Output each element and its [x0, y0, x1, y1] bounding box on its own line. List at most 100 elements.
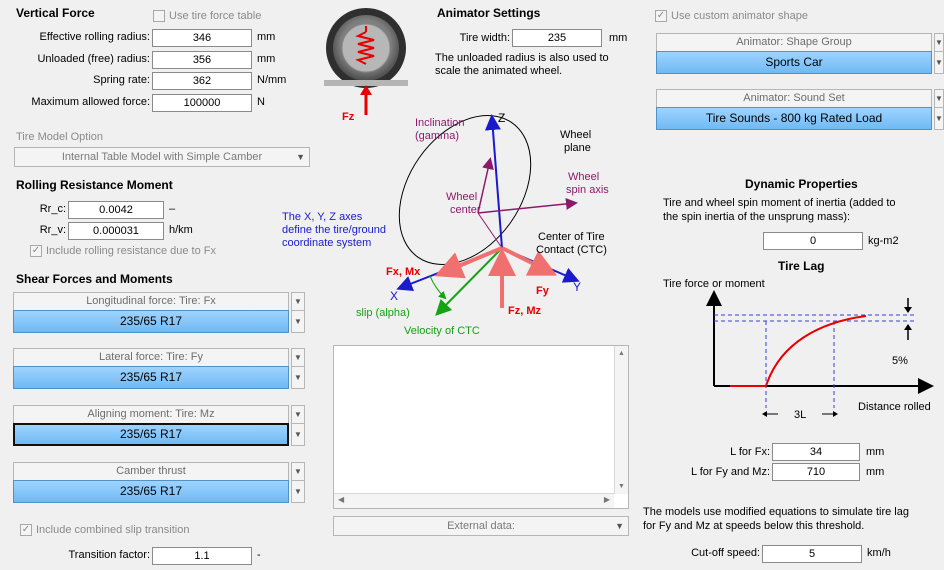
rrv-unit: h/km [169, 224, 193, 236]
aligning-moment-dataset[interactable]: 235/65 R17 [13, 423, 289, 446]
axes-note-3: coordinate system [282, 237, 371, 249]
dynamic-properties-title: Dynamic Properties [745, 177, 858, 191]
scroll-up-icon[interactable]: ▲ [615, 350, 628, 357]
inertia-desc-2: the spin inertia of the unsprung mass): [663, 211, 851, 223]
transition-factor-label: Transition factor: [68, 549, 150, 561]
rrv-input[interactable]: 0.000031 [68, 222, 164, 240]
z-axis-label: Z [498, 111, 505, 125]
three-l-label: 3L [794, 409, 806, 421]
unloaded-radius-label: Unloaded (free) radius: [37, 53, 150, 65]
axes-note-2: define the tire/ground [282, 224, 386, 236]
max-force-input[interactable]: 100000 [152, 94, 252, 112]
cutoff-speed-unit: km/h [867, 547, 891, 559]
tire-lag-title: Tire Lag [778, 259, 825, 273]
checkbox-box[interactable] [153, 10, 165, 22]
rrc-label: Rr_c: [39, 203, 66, 215]
wheel-center-label-2: center [450, 204, 481, 216]
spring-rate-unit: N/mm [257, 74, 287, 86]
chevron-down-icon[interactable]: ▼ [934, 107, 944, 130]
use-tire-force-table-checkbox[interactable]: Use tire force table [153, 10, 261, 22]
camber-thrust-label: Camber thrust [13, 462, 289, 481]
include-rolling-resistance-checkbox[interactable]: ✓ Include rolling resistance due to Fx [30, 245, 216, 257]
fz-mz-label: Fz, Mz [508, 305, 541, 317]
checkbox-box[interactable]: ✓ [30, 245, 42, 257]
chevron-down-icon[interactable]: ▼ [934, 89, 944, 108]
fy-label: Fy [536, 285, 550, 297]
shape-group-value[interactable]: Sports Car [656, 51, 932, 74]
spring-rate-input[interactable]: 362 [152, 72, 252, 90]
five-percent-label: 5% [892, 355, 908, 367]
include-rolling-resistance-label: Include rolling resistance due to Fx [46, 245, 216, 257]
rrc-input[interactable]: 0.0042 [68, 201, 164, 219]
spin-axis-label-1: Wheel [568, 171, 599, 183]
sound-set-value[interactable]: Tire Sounds - 800 kg Rated Load [656, 107, 932, 130]
external-data-textarea[interactable]: ▲ ▼ ◀ ▶ [333, 345, 629, 509]
tire-coordinate-diagram: Z Inclination (gamma) Wheel plane Wheel … [282, 111, 609, 337]
tire-model-option-label: Tire Model Option [16, 131, 104, 143]
unloaded-radius-unit: mm [257, 53, 276, 65]
chevron-down-icon[interactable]: ▼ [291, 423, 305, 446]
tire-width-input[interactable]: 235 [512, 29, 602, 47]
inertia-input[interactable]: 0 [763, 232, 863, 250]
fx-mx-label: Fx, Mx [386, 266, 421, 278]
external-data-select[interactable]: External data: ▼ [333, 516, 629, 536]
spring-rate-label: Spring rate: [93, 74, 150, 86]
x-axis-label: X [390, 289, 398, 303]
inertia-unit: kg-m2 [868, 235, 899, 247]
tire-model-option-select[interactable]: Internal Table Model with Simple Camber … [14, 147, 310, 167]
horizontal-scrollbar[interactable]: ◀ ▶ [334, 493, 614, 508]
combined-slip-checkbox[interactable]: ✓ Include combined slip transition [20, 524, 189, 536]
rolling-resistance-title: Rolling Resistance Moment [16, 178, 173, 192]
l-fx-input[interactable]: 34 [772, 443, 860, 461]
transition-factor-unit: - [257, 549, 261, 561]
chevron-down-icon[interactable]: ▼ [291, 480, 305, 503]
l-fy-mz-label: L for Fy and Mz: [690, 466, 770, 478]
checkbox-box[interactable]: ✓ [655, 10, 667, 22]
chevron-down-icon[interactable]: ▼ [934, 51, 944, 74]
chevron-down-icon: ▼ [615, 521, 624, 531]
max-force-label: Maximum allowed force: [31, 96, 150, 108]
tire-spring-icon: Fz [324, 8, 408, 123]
y-axis-label: Y [573, 280, 581, 294]
axes-note-1: The X, Y, Z axes [282, 211, 363, 223]
distance-rolled-label: Distance rolled [858, 401, 931, 413]
l-fx-label: L for Fx: [730, 446, 770, 458]
l-fy-mz-input[interactable]: 710 [772, 463, 860, 481]
custom-animator-shape-label: Use custom animator shape [671, 10, 808, 22]
chevron-down-icon[interactable]: ▼ [291, 366, 305, 389]
transition-factor-input[interactable]: 1.1 [152, 547, 252, 565]
scroll-down-icon[interactable]: ▼ [615, 483, 628, 490]
tire-lag-note-2: for Fy and Mz at speeds below this thres… [643, 520, 865, 532]
scroll-right-icon[interactable]: ▶ [604, 495, 610, 504]
ctc-label-1: Center of Tire [538, 231, 605, 243]
spin-axis-label-2: spin axis [566, 184, 609, 196]
tire-lag-chart: 5% 3L Distance rolled [706, 290, 934, 421]
unloaded-radius-input[interactable]: 356 [152, 51, 252, 69]
max-force-unit: N [257, 96, 265, 108]
vertical-scrollbar[interactable]: ▲ ▼ [614, 346, 628, 494]
chevron-down-icon[interactable]: ▼ [934, 33, 944, 52]
cutoff-speed-input[interactable]: 5 [762, 545, 862, 563]
chevron-down-icon[interactable]: ▼ [291, 405, 305, 424]
aligning-moment-label: Aligning moment: Tire: Mz [13, 405, 289, 424]
wheel-plane-label-2: plane [564, 142, 591, 154]
combined-slip-label: Include combined slip transition [36, 524, 190, 536]
longitudinal-force-label: Longitudinal force: Tire: Fx [13, 292, 289, 311]
slip-label: slip (alpha) [356, 307, 410, 319]
effective-radius-input[interactable]: 346 [152, 29, 252, 47]
chevron-down-icon[interactable]: ▼ [291, 462, 305, 481]
external-data-label: External data: [447, 520, 515, 532]
scroll-left-icon[interactable]: ◀ [338, 495, 344, 504]
tire-lag-note-1: The models use modified equations to sim… [643, 506, 909, 518]
checkbox-box[interactable]: ✓ [20, 524, 32, 536]
camber-thrust-dataset[interactable]: 235/65 R17 [13, 480, 289, 503]
tire-width-unit: mm [609, 32, 628, 44]
lateral-force-dataset[interactable]: 235/65 R17 [13, 366, 289, 389]
longitudinal-force-dataset[interactable]: 235/65 R17 [13, 310, 289, 333]
chevron-down-icon[interactable]: ▼ [291, 348, 305, 367]
l-fy-mz-unit: mm [866, 466, 885, 478]
l-fx-unit: mm [866, 446, 885, 458]
effective-radius-unit: mm [257, 31, 276, 43]
wheel-plane-label-1: Wheel [560, 129, 591, 141]
custom-animator-shape-checkbox[interactable]: ✓ Use custom animator shape [655, 10, 808, 22]
